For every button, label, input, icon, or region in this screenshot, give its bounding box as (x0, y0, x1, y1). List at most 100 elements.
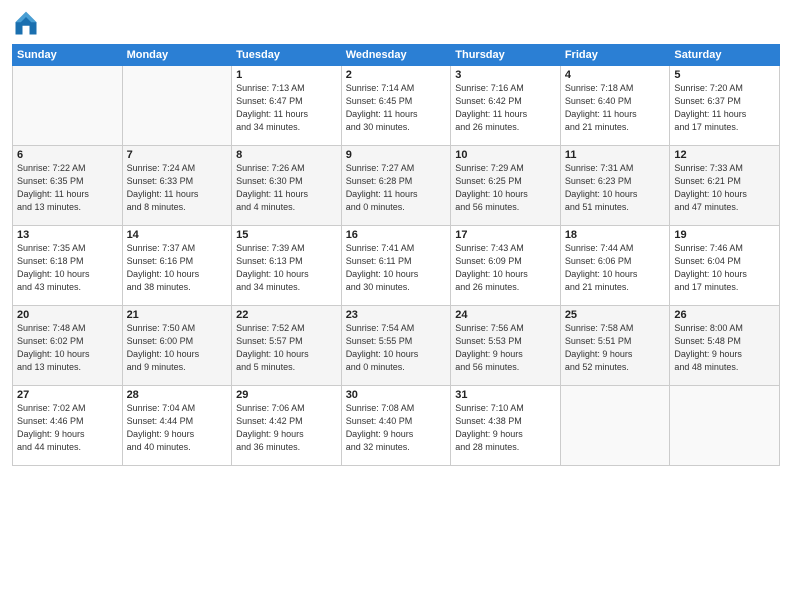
day-cell: 26Sunrise: 8:00 AM Sunset: 5:48 PM Dayli… (670, 306, 780, 386)
day-info: Sunrise: 7:50 AM Sunset: 6:00 PM Dayligh… (127, 322, 228, 374)
day-cell: 16Sunrise: 7:41 AM Sunset: 6:11 PM Dayli… (341, 226, 451, 306)
day-number: 10 (455, 149, 556, 161)
day-info: Sunrise: 8:00 AM Sunset: 5:48 PM Dayligh… (674, 322, 775, 374)
header-cell-thursday: Thursday (451, 45, 561, 66)
day-info: Sunrise: 7:27 AM Sunset: 6:28 PM Dayligh… (346, 162, 447, 214)
day-info: Sunrise: 7:14 AM Sunset: 6:45 PM Dayligh… (346, 82, 447, 134)
header-cell-wednesday: Wednesday (341, 45, 451, 66)
header (12, 10, 780, 38)
header-row: SundayMondayTuesdayWednesdayThursdayFrid… (13, 45, 780, 66)
week-row-3: 13Sunrise: 7:35 AM Sunset: 6:18 PM Dayli… (13, 226, 780, 306)
day-number: 12 (674, 149, 775, 161)
day-cell: 18Sunrise: 7:44 AM Sunset: 6:06 PM Dayli… (560, 226, 670, 306)
day-info: Sunrise: 7:56 AM Sunset: 5:53 PM Dayligh… (455, 322, 556, 374)
day-cell: 17Sunrise: 7:43 AM Sunset: 6:09 PM Dayli… (451, 226, 561, 306)
day-number: 16 (346, 229, 447, 241)
day-cell: 7Sunrise: 7:24 AM Sunset: 6:33 PM Daylig… (122, 146, 232, 226)
day-info: Sunrise: 7:29 AM Sunset: 6:25 PM Dayligh… (455, 162, 556, 214)
day-cell: 22Sunrise: 7:52 AM Sunset: 5:57 PM Dayli… (232, 306, 342, 386)
day-info: Sunrise: 7:58 AM Sunset: 5:51 PM Dayligh… (565, 322, 666, 374)
header-cell-sunday: Sunday (13, 45, 123, 66)
day-number: 24 (455, 309, 556, 321)
day-cell: 8Sunrise: 7:26 AM Sunset: 6:30 PM Daylig… (232, 146, 342, 226)
day-cell: 29Sunrise: 7:06 AM Sunset: 4:42 PM Dayli… (232, 386, 342, 466)
day-info: Sunrise: 7:26 AM Sunset: 6:30 PM Dayligh… (236, 162, 337, 214)
day-cell: 3Sunrise: 7:16 AM Sunset: 6:42 PM Daylig… (451, 66, 561, 146)
day-info: Sunrise: 7:39 AM Sunset: 6:13 PM Dayligh… (236, 242, 337, 294)
day-number: 23 (346, 309, 447, 321)
day-info: Sunrise: 7:18 AM Sunset: 6:40 PM Dayligh… (565, 82, 666, 134)
day-number: 30 (346, 389, 447, 401)
day-number: 13 (17, 229, 118, 241)
day-info: Sunrise: 7:35 AM Sunset: 6:18 PM Dayligh… (17, 242, 118, 294)
day-number: 26 (674, 309, 775, 321)
day-number: 22 (236, 309, 337, 321)
day-cell: 19Sunrise: 7:46 AM Sunset: 6:04 PM Dayli… (670, 226, 780, 306)
day-info: Sunrise: 7:43 AM Sunset: 6:09 PM Dayligh… (455, 242, 556, 294)
day-number: 28 (127, 389, 228, 401)
day-number: 1 (236, 69, 337, 81)
day-info: Sunrise: 7:08 AM Sunset: 4:40 PM Dayligh… (346, 402, 447, 454)
day-number: 17 (455, 229, 556, 241)
day-number: 11 (565, 149, 666, 161)
day-number: 8 (236, 149, 337, 161)
day-cell (122, 66, 232, 146)
week-row-4: 20Sunrise: 7:48 AM Sunset: 6:02 PM Dayli… (13, 306, 780, 386)
day-info: Sunrise: 7:48 AM Sunset: 6:02 PM Dayligh… (17, 322, 118, 374)
day-cell: 28Sunrise: 7:04 AM Sunset: 4:44 PM Dayli… (122, 386, 232, 466)
day-cell: 30Sunrise: 7:08 AM Sunset: 4:40 PM Dayli… (341, 386, 451, 466)
day-info: Sunrise: 7:22 AM Sunset: 6:35 PM Dayligh… (17, 162, 118, 214)
day-cell: 1Sunrise: 7:13 AM Sunset: 6:47 PM Daylig… (232, 66, 342, 146)
day-info: Sunrise: 7:37 AM Sunset: 6:16 PM Dayligh… (127, 242, 228, 294)
calendar-table: SundayMondayTuesdayWednesdayThursdayFrid… (12, 44, 780, 466)
header-cell-tuesday: Tuesday (232, 45, 342, 66)
day-info: Sunrise: 7:10 AM Sunset: 4:38 PM Dayligh… (455, 402, 556, 454)
day-cell: 24Sunrise: 7:56 AM Sunset: 5:53 PM Dayli… (451, 306, 561, 386)
day-cell: 15Sunrise: 7:39 AM Sunset: 6:13 PM Dayli… (232, 226, 342, 306)
day-number: 7 (127, 149, 228, 161)
day-number: 20 (17, 309, 118, 321)
week-row-5: 27Sunrise: 7:02 AM Sunset: 4:46 PM Dayli… (13, 386, 780, 466)
day-number: 19 (674, 229, 775, 241)
day-cell: 5Sunrise: 7:20 AM Sunset: 6:37 PM Daylig… (670, 66, 780, 146)
day-cell: 12Sunrise: 7:33 AM Sunset: 6:21 PM Dayli… (670, 146, 780, 226)
day-info: Sunrise: 7:06 AM Sunset: 4:42 PM Dayligh… (236, 402, 337, 454)
day-cell: 20Sunrise: 7:48 AM Sunset: 6:02 PM Dayli… (13, 306, 123, 386)
day-cell: 14Sunrise: 7:37 AM Sunset: 6:16 PM Dayli… (122, 226, 232, 306)
day-info: Sunrise: 7:52 AM Sunset: 5:57 PM Dayligh… (236, 322, 337, 374)
day-number: 21 (127, 309, 228, 321)
day-cell: 4Sunrise: 7:18 AM Sunset: 6:40 PM Daylig… (560, 66, 670, 146)
day-cell: 23Sunrise: 7:54 AM Sunset: 5:55 PM Dayli… (341, 306, 451, 386)
day-number: 2 (346, 69, 447, 81)
day-number: 4 (565, 69, 666, 81)
header-cell-monday: Monday (122, 45, 232, 66)
day-cell: 9Sunrise: 7:27 AM Sunset: 6:28 PM Daylig… (341, 146, 451, 226)
day-number: 15 (236, 229, 337, 241)
day-info: Sunrise: 7:54 AM Sunset: 5:55 PM Dayligh… (346, 322, 447, 374)
day-cell (560, 386, 670, 466)
logo-icon (12, 10, 40, 38)
day-info: Sunrise: 7:16 AM Sunset: 6:42 PM Dayligh… (455, 82, 556, 134)
day-number: 14 (127, 229, 228, 241)
day-number: 9 (346, 149, 447, 161)
day-cell: 27Sunrise: 7:02 AM Sunset: 4:46 PM Dayli… (13, 386, 123, 466)
week-row-2: 6Sunrise: 7:22 AM Sunset: 6:35 PM Daylig… (13, 146, 780, 226)
page-container: SundayMondayTuesdayWednesdayThursdayFrid… (0, 0, 792, 474)
day-info: Sunrise: 7:04 AM Sunset: 4:44 PM Dayligh… (127, 402, 228, 454)
day-number: 27 (17, 389, 118, 401)
day-info: Sunrise: 7:46 AM Sunset: 6:04 PM Dayligh… (674, 242, 775, 294)
day-number: 25 (565, 309, 666, 321)
day-info: Sunrise: 7:20 AM Sunset: 6:37 PM Dayligh… (674, 82, 775, 134)
header-cell-friday: Friday (560, 45, 670, 66)
week-row-1: 1Sunrise: 7:13 AM Sunset: 6:47 PM Daylig… (13, 66, 780, 146)
day-info: Sunrise: 7:31 AM Sunset: 6:23 PM Dayligh… (565, 162, 666, 214)
day-cell: 11Sunrise: 7:31 AM Sunset: 6:23 PM Dayli… (560, 146, 670, 226)
day-number: 3 (455, 69, 556, 81)
day-cell: 2Sunrise: 7:14 AM Sunset: 6:45 PM Daylig… (341, 66, 451, 146)
day-cell: 25Sunrise: 7:58 AM Sunset: 5:51 PM Dayli… (560, 306, 670, 386)
day-number: 31 (455, 389, 556, 401)
day-info: Sunrise: 7:02 AM Sunset: 4:46 PM Dayligh… (17, 402, 118, 454)
day-info: Sunrise: 7:33 AM Sunset: 6:21 PM Dayligh… (674, 162, 775, 214)
day-info: Sunrise: 7:13 AM Sunset: 6:47 PM Dayligh… (236, 82, 337, 134)
day-number: 18 (565, 229, 666, 241)
